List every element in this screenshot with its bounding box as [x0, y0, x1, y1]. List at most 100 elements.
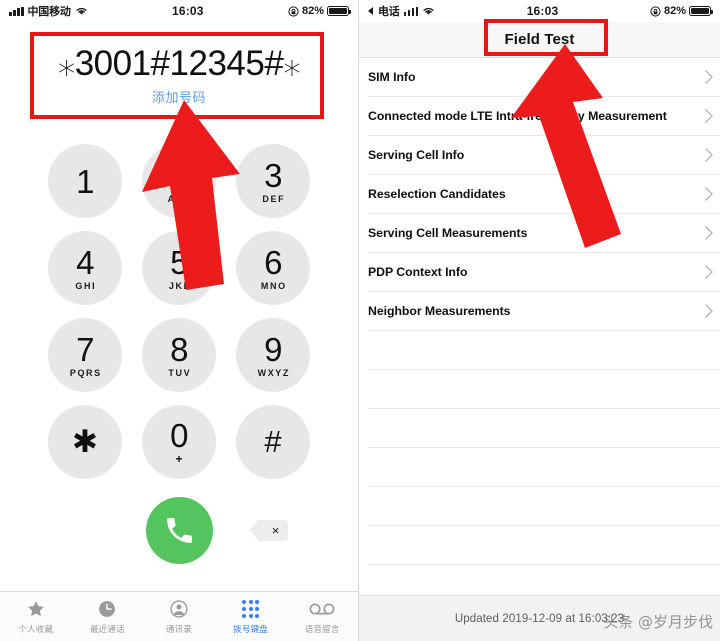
right-status-right: 82% [650, 5, 713, 17]
keypad-key-2[interactable]: 2 ABC [142, 144, 216, 218]
list-item[interactable]: Neighbor Measurements [368, 292, 720, 331]
voicemail-icon [309, 599, 335, 620]
list-item[interactable]: Connected mode LTE Intra-frequency Measu… [368, 97, 720, 136]
list-item-empty [368, 526, 720, 565]
page-title: Field Test [504, 31, 575, 48]
key-letters: + [175, 452, 183, 466]
clock-recents-icon [97, 599, 117, 620]
phone-call-icon [166, 517, 192, 543]
keypad-key-3[interactable]: 3 DEF [236, 144, 310, 218]
tab-label: 最近通话 [89, 623, 125, 634]
list-item-empty [368, 409, 720, 448]
chevron-right-icon [704, 109, 713, 124]
tab-label: 个人收藏 [18, 623, 54, 634]
right-status-bar: 电话 16:03 82% [359, 0, 720, 22]
list-item-empty [368, 331, 720, 370]
back-app-label[interactable]: 电话 [378, 3, 400, 19]
field-test-list: SIM Info Connected mode LTE Intra-freque… [359, 58, 720, 604]
list-item-label: Neighbor Measurements [368, 304, 511, 318]
tab-voicemail[interactable]: 语音留言 [286, 599, 358, 635]
carrier-label: 中国移动 [27, 6, 71, 18]
key-letters: JKL [168, 280, 191, 291]
key-digit: 1 [76, 162, 94, 200]
tab-label: 语音留言 [304, 623, 340, 634]
key-letters: ABC [167, 193, 192, 204]
tab-recents[interactable]: 最近通话 [72, 599, 144, 635]
call-action-row: × [0, 491, 358, 569]
chevron-right-icon [704, 187, 713, 202]
keypad-key-9[interactable]: 9 WXYZ [236, 318, 310, 392]
status-time-left: 16:03 [171, 4, 204, 18]
person-contacts-icon [169, 599, 189, 620]
tab-favorites[interactable]: 个人收藏 [0, 599, 72, 635]
keypad-key-8[interactable]: 8 TUV [142, 318, 216, 392]
list-item-empty [368, 487, 720, 526]
list-item[interactable]: PDP Context Info [368, 253, 720, 292]
dialer-keypad: 1 2 ABC 3 DEF 4 GHI 5 JKL 6 MNO 7 PQRS 8 TUV 9W… [0, 130, 358, 479]
keypad-key-7[interactable]: 7 PQRS [48, 318, 122, 392]
list-item-label: SIM Info [368, 70, 416, 84]
tab-contacts[interactable]: 通讯录 [143, 599, 215, 635]
list-item-label: Connected mode LTE Intra-frequency Measu… [368, 109, 667, 123]
key-digit: 3 [264, 156, 282, 194]
key-digit: 2 [170, 156, 188, 194]
chevron-right-icon [704, 265, 713, 280]
keypad-key-hash[interactable]: # [236, 405, 310, 479]
bottom-tab-bar: 个人收藏 最近通话 通讯录 拨号键盘 语音留言 [0, 591, 358, 641]
rotation-lock-icon [650, 5, 661, 17]
status-time-right: 16:03 [526, 4, 559, 18]
chevron-right-icon [704, 304, 713, 319]
key-digit: 0 [170, 417, 188, 454]
delete-backspace-button[interactable]: × [250, 519, 288, 541]
list-item[interactable]: Serving Cell Info [368, 136, 720, 175]
right-phone-screen: 电话 16:03 82% Field Test SIM Info Connect… [359, 0, 720, 641]
wifi-icon [75, 6, 88, 16]
updated-timestamp: Updated 2019-12-09 at 16:03:23 [454, 612, 625, 625]
list-item-empty [368, 448, 720, 487]
list-item[interactable]: Serving Cell Measurements [368, 214, 720, 253]
key-letters: TUV [168, 367, 192, 378]
key-digit: ✱ [72, 423, 98, 459]
call-button[interactable] [145, 496, 213, 564]
keypad-dots-icon [241, 599, 260, 620]
chevron-right-icon [704, 226, 713, 241]
list-item-empty [368, 370, 720, 409]
dial-number-display[interactable]: ⁎3001#12345#⁎ 添加号码 [0, 22, 358, 130]
keypad-key-5[interactable]: 5 JKL [142, 231, 216, 305]
add-number-link[interactable]: 添加号码 [152, 87, 206, 106]
list-item-label: Reselection Candidates [368, 187, 506, 201]
key-digit: 7 [76, 330, 94, 368]
key-digit: 8 [170, 330, 188, 368]
screenshot-root: 中国移动 16:03 82% ⁎3001#12345#⁎ 添加号码 1 2 ABC… [0, 0, 720, 641]
back-triangle-icon[interactable] [368, 7, 373, 15]
key-digit: 6 [264, 243, 282, 281]
list-item[interactable]: SIM Info [368, 58, 720, 97]
list-item-label: Serving Cell Measurements [368, 226, 528, 240]
left-status-left: 中国移动 [9, 3, 88, 19]
list-item-label: PDP Context Info [368, 265, 468, 279]
keypad-key-asterisk[interactable]: ✱ [48, 405, 122, 479]
key-letters: DEF [262, 193, 286, 204]
star-icon [26, 599, 46, 620]
tab-keypad[interactable]: 拨号键盘 [215, 599, 287, 635]
tab-label: 通讯录 [165, 623, 193, 634]
left-status-right: 82% [288, 5, 351, 17]
field-test-navbar: Field Test [359, 22, 720, 58]
right-status-left: 电话 [368, 3, 435, 19]
keypad-key-1[interactable]: 1 [48, 144, 122, 218]
battery-percent-right: 82% [663, 5, 686, 17]
dialed-number-text: ⁎3001#12345#⁎ [57, 44, 301, 84]
key-letters: MNO [260, 280, 287, 291]
key-digit: # [264, 423, 282, 459]
wifi-icon [422, 6, 435, 16]
watermark-text: 头条 @岁月步伐 [603, 613, 713, 631]
key-digit: 4 [76, 243, 94, 281]
delete-x-glyph: × [271, 522, 280, 538]
battery-icon [327, 5, 351, 17]
keypad-key-6[interactable]: 6 MNO [236, 231, 310, 305]
battery-icon [689, 5, 713, 17]
list-item[interactable]: Reselection Candidates [368, 175, 720, 214]
keypad-key-0[interactable]: 0 + [142, 405, 216, 479]
keypad-key-4[interactable]: 4 GHI [48, 231, 122, 305]
signal-bars-icon [403, 6, 419, 16]
